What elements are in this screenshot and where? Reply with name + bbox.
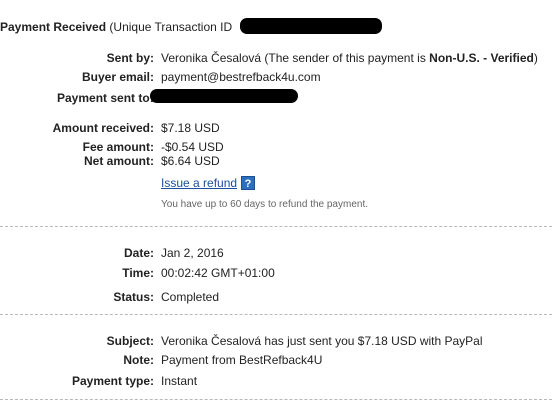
redacted-transaction-id xyxy=(240,18,382,34)
buyer-email-label: Buyer email: xyxy=(81,70,154,84)
sender-name: Veronika Česalová xyxy=(161,51,262,65)
time-value: 00:02:42 GMT+01:00 xyxy=(161,266,275,280)
help-icon[interactable]: ? xyxy=(241,176,255,190)
fee-amount-label: Fee amount: xyxy=(82,140,154,154)
page-title-rest: (Unique Transaction ID xyxy=(109,20,233,34)
sender-note-prefix: (The sender of this payment is xyxy=(264,51,426,65)
net-amount-label: Net amount: xyxy=(84,154,154,168)
redacted-recipient xyxy=(150,89,298,103)
sent-by-label: Sent by: xyxy=(106,51,154,65)
time-label: Time: xyxy=(122,266,154,280)
refund-note: You have up to 60 days to refund the pay… xyxy=(161,199,369,210)
note-label: Note: xyxy=(123,353,154,367)
page-title-bold: Payment Received xyxy=(0,20,107,34)
payment-type-label: Payment type: xyxy=(71,374,154,388)
date-value: Jan 2, 2016 xyxy=(161,246,224,260)
payment-type-value: Instant xyxy=(161,374,198,388)
page-title: Payment Received (Unique Transaction ID xyxy=(0,20,232,34)
status-label: Status: xyxy=(113,290,154,304)
sent-by-value: Veronika Česalová (The sender of this pa… xyxy=(161,51,538,65)
status-value: Completed xyxy=(161,290,220,304)
payment-sent-to-label: Payment sent to: xyxy=(57,91,154,105)
section-divider xyxy=(0,226,552,227)
amount-received-label: Amount received: xyxy=(52,121,154,135)
subject-value: Veronika Česalová has just sent you $7.1… xyxy=(161,334,483,348)
section-divider xyxy=(0,399,552,400)
note-value: Payment from BestRefback4U xyxy=(161,353,323,367)
fee-amount-value: -$0.54 USD xyxy=(161,140,224,154)
amount-received-value: $7.18 USD xyxy=(161,121,220,135)
net-amount-value: $6.64 USD xyxy=(161,154,220,168)
issue-refund-link[interactable]: Issue a refund xyxy=(161,176,237,190)
buyer-email-value: payment@bestrefback4u.com xyxy=(161,70,321,84)
sender-note-suffix: ) xyxy=(533,51,538,65)
date-label: Date: xyxy=(123,246,154,260)
sender-status: Non-U.S. - Verified xyxy=(429,51,534,65)
section-divider xyxy=(0,314,552,315)
subject-label: Subject: xyxy=(106,334,154,348)
